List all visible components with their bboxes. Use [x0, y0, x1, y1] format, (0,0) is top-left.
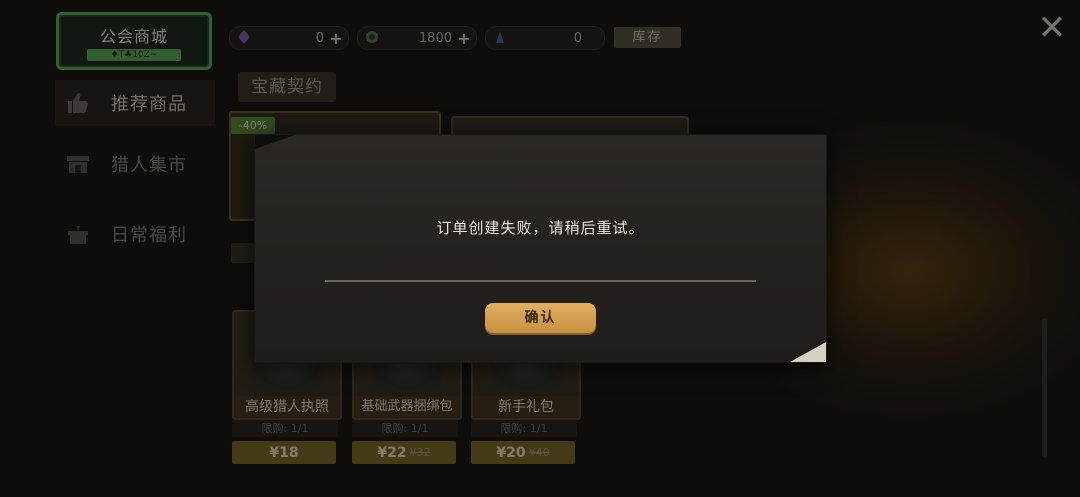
dialog-message: 订单创建失败，请稍后重试。 — [436, 219, 645, 237]
page-curl — [790, 342, 826, 362]
confirm-button[interactable]: 确认 — [485, 303, 596, 333]
dialog-divider — [325, 280, 756, 282]
error-dialog: 订单创建失败，请稍后重试。 确认 — [254, 134, 827, 363]
corner-fold — [255, 135, 295, 149]
